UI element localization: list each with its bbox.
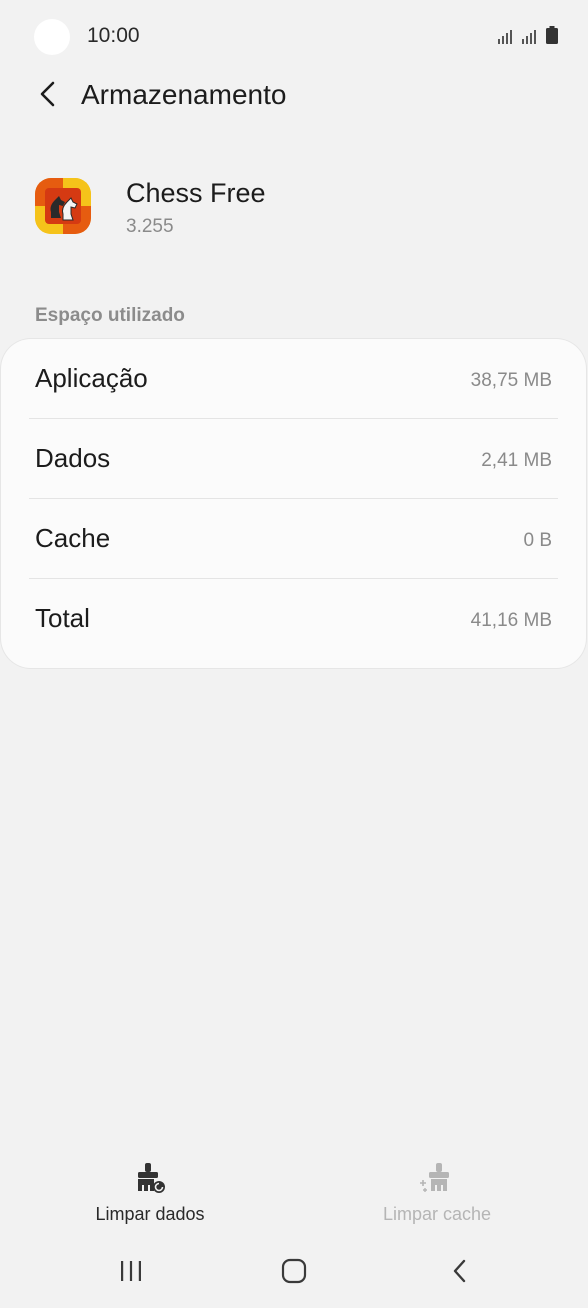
navigation-bar: [0, 1248, 588, 1298]
back-icon: [452, 1258, 468, 1289]
storage-row-application: Aplicação 38,75 MB: [1, 339, 586, 419]
nav-back-button[interactable]: [430, 1248, 490, 1298]
row-value: 38,75 MB: [470, 370, 552, 391]
clear-data-icon: [132, 1160, 168, 1196]
home-button[interactable]: [264, 1248, 324, 1298]
row-value: 0 B: [523, 530, 552, 551]
storage-card: Aplicação 38,75 MB Dados 2,41 MB Cache 0…: [1, 339, 586, 668]
clear-cache-icon: [419, 1160, 455, 1196]
storage-row-data: Dados 2,41 MB: [1, 419, 586, 499]
status-time: 10:00: [87, 24, 140, 47]
chess-app-icon: [35, 178, 91, 234]
row-value: 2,41 MB: [481, 450, 552, 471]
camera-cutout: [34, 19, 70, 55]
row-label: Cache: [35, 523, 111, 553]
storage-row-total: Total 41,16 MB: [1, 579, 586, 659]
signal-icon-2: [522, 28, 540, 49]
page-title: Armazenamento: [81, 79, 287, 110]
status-bar: 10:00: [0, 0, 588, 74]
row-value: 41,16 MB: [470, 610, 552, 631]
row-label: Dados: [35, 443, 111, 473]
clear-cache-label: Limpar cache: [382, 1204, 492, 1224]
clear-cache-button[interactable]: Limpar cache: [337, 1160, 537, 1230]
row-label: Aplicação: [35, 363, 148, 393]
status-icons: [498, 26, 558, 49]
signal-icon: [498, 28, 516, 49]
app-version: 3.255: [126, 216, 174, 237]
storage-screen: 10:00 Armazenamento Chess Free 3.255 Esp…: [0, 0, 588, 1308]
chevron-left-icon: [38, 80, 58, 113]
app-name: Chess Free: [126, 178, 266, 208]
home-icon: [281, 1258, 307, 1289]
row-label: Total: [35, 603, 90, 633]
recents-icon: [119, 1260, 143, 1287]
clear-data-button[interactable]: Limpar dados: [50, 1160, 250, 1230]
clear-data-label: Limpar dados: [95, 1204, 205, 1224]
recents-button[interactable]: [101, 1248, 161, 1298]
section-label: Espaço utilizado: [35, 305, 185, 326]
back-button[interactable]: [26, 74, 70, 118]
storage-row-cache: Cache 0 B: [1, 499, 586, 579]
battery-icon: [546, 26, 558, 49]
